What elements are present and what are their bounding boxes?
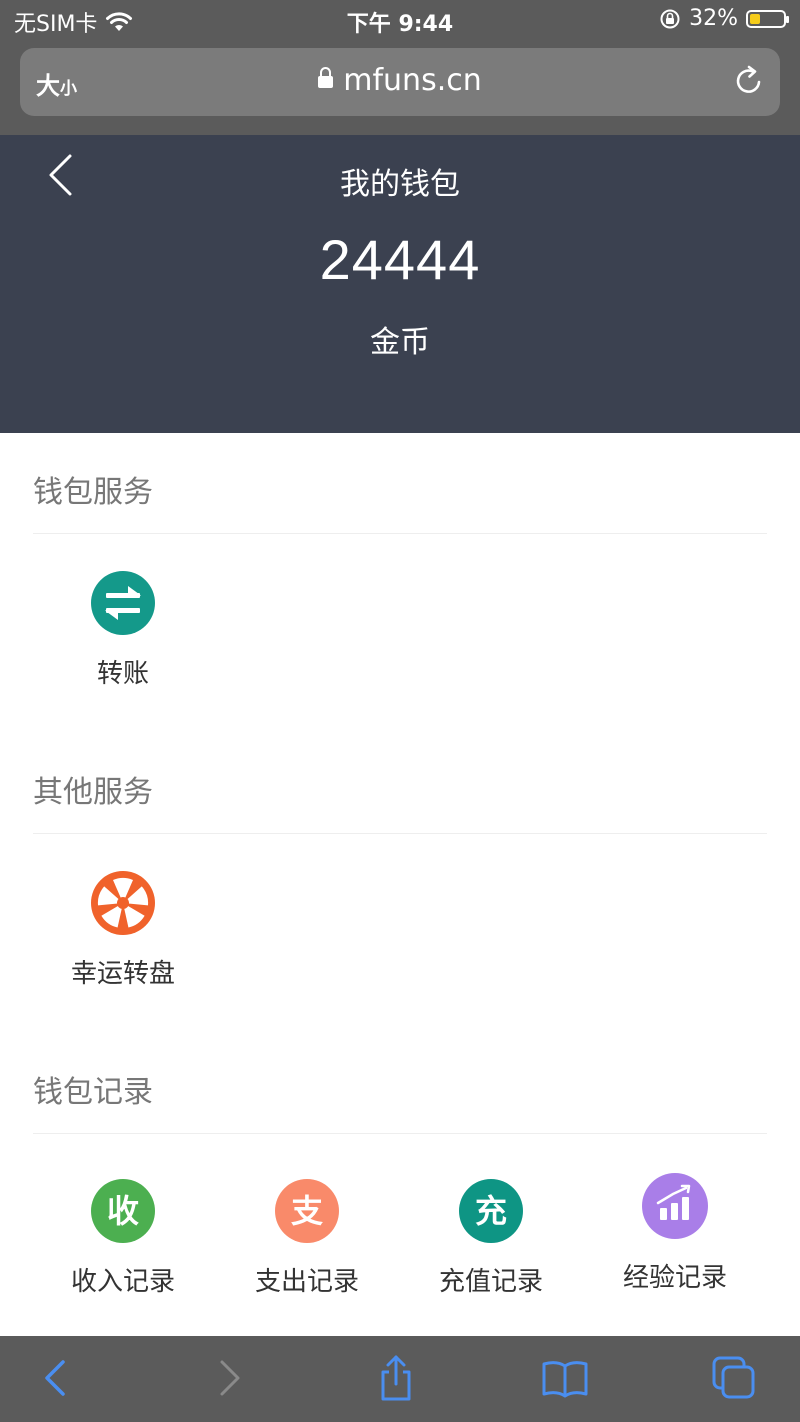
recharge-records-button[interactable]: 充 充值记录 <box>399 1179 583 1298</box>
share-icon[interactable] <box>372 1354 420 1402</box>
section-title-wallet-services: 钱包服务 <box>33 475 153 510</box>
recharge-icon: 充 <box>459 1179 523 1243</box>
lucky-wheel-icon <box>91 871 155 935</box>
battery-icon <box>746 9 789 28</box>
transfer-button[interactable]: 转账 <box>31 571 215 690</box>
divider <box>33 1133 767 1134</box>
status-bar: 无SIM卡 下午 9:44 32% <box>0 0 800 40</box>
other-services-section: 其他服务 幸运转盘 <box>0 733 800 1013</box>
expense-records-label: 支出记录 <box>254 1267 359 1297</box>
recharge-records-label: 充值记录 <box>438 1267 543 1297</box>
browser-chrome: 无SIM卡 下午 9:44 32% 大小 mfuns.cn <box>0 0 800 135</box>
url-text: mfuns.cn <box>343 63 482 98</box>
lucky-wheel-button[interactable]: 幸运转盘 <box>31 871 215 990</box>
orientation-lock-icon <box>660 9 680 28</box>
battery-level <box>750 13 760 24</box>
income-records-label: 收入记录 <box>70 1267 175 1297</box>
browser-toolbar <box>0 1336 800 1422</box>
address-bar[interactable]: 大小 mfuns.cn <box>20 48 780 116</box>
wallet-services-section: 钱包服务 转账 <box>0 433 800 713</box>
bookmarks-icon[interactable] <box>541 1354 589 1402</box>
income-icon: 收 <box>91 1179 155 1243</box>
battery-percent: 32% <box>689 6 738 31</box>
transfer-label: 转账 <box>96 659 149 689</box>
section-title-other-services: 其他服务 <box>33 775 153 810</box>
coin-unit-label: 金币 <box>370 325 430 360</box>
back-arrow-icon[interactable] <box>32 1354 80 1402</box>
expense-records-button[interactable]: 支 支出记录 <box>215 1179 399 1298</box>
url-display[interactable]: mfuns.cn <box>20 63 780 98</box>
transfer-icon <box>91 571 155 635</box>
page-title: 我的钱包 <box>340 167 460 202</box>
status-right: 32% <box>659 6 789 31</box>
wallet-header: 我的钱包 24444 金币 <box>0 135 800 433</box>
forward-arrow-icon[interactable] <box>205 1354 253 1402</box>
coin-balance: 24444 <box>319 228 481 291</box>
tabs-icon[interactable] <box>710 1354 758 1402</box>
experience-chart-icon <box>642 1173 708 1239</box>
lucky-wheel-label: 幸运转盘 <box>70 959 175 989</box>
divider <box>33 833 767 834</box>
experience-records-button[interactable]: 经验记录 <box>583 1173 767 1294</box>
experience-records-label: 经验记录 <box>622 1263 727 1293</box>
section-title-wallet-records: 钱包记录 <box>33 1075 153 1110</box>
lock-icon <box>318 67 334 88</box>
wallet-records-section: 钱包记录 收 收入记录 支 支出记录 充 充值记录 经验记录 <box>0 1033 800 1333</box>
expense-icon: 支 <box>275 1179 339 1243</box>
income-records-button[interactable]: 收 收入记录 <box>31 1179 215 1298</box>
reload-icon[interactable] <box>732 64 766 98</box>
divider <box>33 533 767 534</box>
